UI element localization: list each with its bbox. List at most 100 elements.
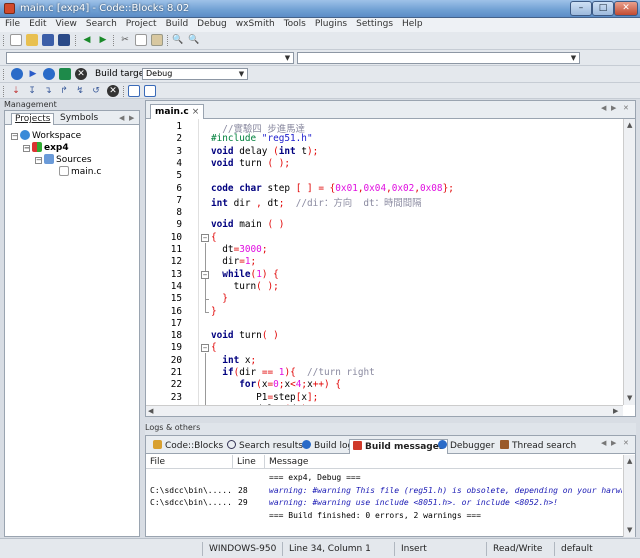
code-line[interactable]: code char step [ ] = {0x01,0x04,0x02,0x0…	[211, 183, 454, 194]
log-row[interactable]: === Build finished: 0 errors, 2 warnings…	[146, 510, 622, 522]
tab-search-results[interactable]: Search results	[224, 439, 306, 454]
debug-next-instruction-icon[interactable]: ↯	[74, 85, 86, 97]
scroll-up-icon[interactable]: ▲	[627, 121, 632, 129]
code-line[interactable]: }	[211, 306, 217, 317]
tab-close-icon[interactable]: ✕	[623, 439, 629, 447]
tab-main-c[interactable]: main.c ×	[150, 104, 205, 119]
code-line[interactable]: dt=3000;	[211, 244, 267, 255]
tab-scroll-right-icon[interactable]: ▶	[129, 114, 134, 122]
tab-scroll-right-icon[interactable]: ▶	[611, 104, 616, 112]
undo-icon[interactable]: ◀	[81, 34, 93, 46]
open-folder-icon[interactable]	[26, 34, 38, 46]
collapse-icon[interactable]: −	[35, 157, 42, 164]
log-vertical-scrollbar[interactable]: ▲ ▼	[623, 455, 635, 537]
code-line[interactable]: void delay (int t);	[211, 146, 318, 157]
code-line[interactable]: int dir , dt; //dir：方向 dt：時間間隔	[211, 195, 422, 209]
debug-info-icon[interactable]	[144, 85, 156, 97]
tab-scroll-right-icon[interactable]: ▶	[611, 439, 616, 447]
code-line[interactable]: dir=1;	[211, 256, 256, 267]
toolbar-grip[interactable]	[3, 35, 6, 46]
save-all-icon[interactable]	[58, 34, 70, 46]
column-divider[interactable]	[232, 455, 233, 469]
column-line[interactable]: Line	[237, 457, 256, 467]
column-file[interactable]: File	[150, 457, 165, 467]
new-file-icon[interactable]	[10, 34, 22, 46]
code-line[interactable]: {	[211, 342, 217, 353]
debug-windows-icon[interactable]	[128, 85, 140, 97]
scroll-left-icon[interactable]: ◀	[148, 407, 153, 415]
menu-plugins[interactable]: Plugins	[310, 18, 351, 29]
tab-symbols[interactable]: Symbols	[57, 113, 101, 125]
debug-next-line-icon[interactable]: ↧	[26, 85, 38, 97]
code-line[interactable]: }	[211, 293, 228, 304]
code-line[interactable]: for(x=0;x<4;x++) {	[211, 379, 341, 390]
tab-codeblocks-log[interactable]: Code::Blocks	[150, 439, 226, 454]
tab-thread-search[interactable]: Thread search	[497, 439, 579, 454]
editor-vertical-scrollbar[interactable]: ▲ ▼	[623, 119, 635, 405]
collapse-icon[interactable]: −	[11, 133, 18, 140]
tab-scroll-left-icon[interactable]: ◀	[601, 439, 606, 447]
code-view[interactable]: 123456789101112131415161718192021222324 …	[146, 119, 623, 405]
close-button[interactable]: ✕	[614, 1, 638, 16]
code-line[interactable]: while(1) {	[211, 269, 279, 280]
fold-toggle-icon[interactable]: −	[201, 233, 209, 242]
debug-stop-icon[interactable]: ✕	[107, 85, 119, 97]
code-line[interactable]: #include "reg51.h"	[211, 133, 313, 144]
run-icon[interactable]: ▶	[27, 68, 39, 80]
scope-combo[interactable]: ▼	[6, 52, 294, 64]
rebuild-icon[interactable]	[59, 68, 71, 80]
scroll-down-icon[interactable]: ▼	[627, 394, 632, 402]
close-tab-icon[interactable]: ×	[192, 107, 200, 117]
code-line[interactable]: void turn( )	[211, 330, 279, 341]
replace-icon[interactable]: 🔍	[188, 34, 200, 46]
menu-search[interactable]: Search	[81, 18, 121, 29]
build-target-select[interactable]: Debug ▼	[142, 68, 248, 80]
tree-project[interactable]: − exp4	[23, 142, 69, 154]
debug-step-into-icon[interactable]: ↴	[42, 85, 54, 97]
tree-folder-sources[interactable]: − Sources	[35, 154, 92, 166]
tab-scroll-left-icon[interactable]: ◀	[119, 114, 124, 122]
menu-file[interactable]: File	[0, 18, 24, 29]
tab-projects[interactable]: Projects	[11, 113, 55, 125]
function-combo[interactable]: ▼	[297, 52, 580, 64]
fold-toggle-icon[interactable]: −	[201, 270, 209, 279]
tab-close-all-icon[interactable]: ✕	[623, 104, 629, 112]
log-row[interactable]: C:\sdcc\bin\..... 28 warning: #warning Thi…	[146, 485, 622, 497]
column-message[interactable]: Message	[269, 457, 308, 467]
find-icon[interactable]: 🔍	[172, 34, 184, 46]
save-icon[interactable]	[42, 34, 54, 46]
collapse-icon[interactable]: −	[23, 145, 30, 152]
menu-view[interactable]: View	[51, 18, 81, 29]
tree-file-main-c[interactable]: main.c	[59, 166, 101, 178]
abort-icon[interactable]: ✕	[75, 68, 87, 80]
debug-step-out-icon[interactable]: ↱	[58, 85, 70, 97]
build-icon[interactable]	[11, 68, 23, 80]
code-line[interactable]: int x;	[211, 355, 256, 366]
copy-icon[interactable]	[135, 34, 147, 46]
menu-wxsmith[interactable]: wxSmith	[231, 18, 279, 29]
tab-scroll-left-icon[interactable]: ◀	[601, 104, 606, 112]
toolbar-grip[interactable]	[3, 69, 6, 80]
code-line[interactable]: {	[211, 232, 217, 243]
tree-workspace[interactable]: − Workspace	[11, 130, 81, 142]
log-row[interactable]: === exp4, Debug ===	[146, 472, 622, 484]
column-divider[interactable]	[264, 455, 265, 469]
menu-build[interactable]: Build	[161, 18, 193, 29]
code-line[interactable]: void turn ( );	[211, 158, 290, 169]
editor-horizontal-scrollbar[interactable]: ◀ ▶	[146, 405, 623, 416]
menu-project[interactable]: Project	[121, 18, 161, 29]
cut-icon[interactable]: ✂	[119, 34, 131, 46]
scroll-down-icon[interactable]: ▼	[627, 526, 632, 534]
debug-step-instruction-icon[interactable]: ↺	[90, 85, 102, 97]
menu-edit[interactable]: Edit	[24, 18, 50, 29]
build-and-run-icon[interactable]	[43, 68, 55, 80]
log-row[interactable]: C:\sdcc\bin\..... 29 warning: #warning use…	[146, 497, 622, 509]
menu-tools[interactable]: Tools	[279, 18, 310, 29]
maximize-button[interactable]: □	[592, 1, 614, 16]
code-line[interactable]: void main ( )	[211, 219, 284, 230]
code-line[interactable]: if(dir == 1){ //turn right	[211, 367, 374, 378]
scroll-right-icon[interactable]: ▶	[613, 407, 618, 415]
menu-settings[interactable]: Settings	[351, 18, 397, 29]
menu-debug[interactable]: Debug	[192, 18, 231, 29]
redo-icon[interactable]: ▶	[97, 34, 109, 46]
